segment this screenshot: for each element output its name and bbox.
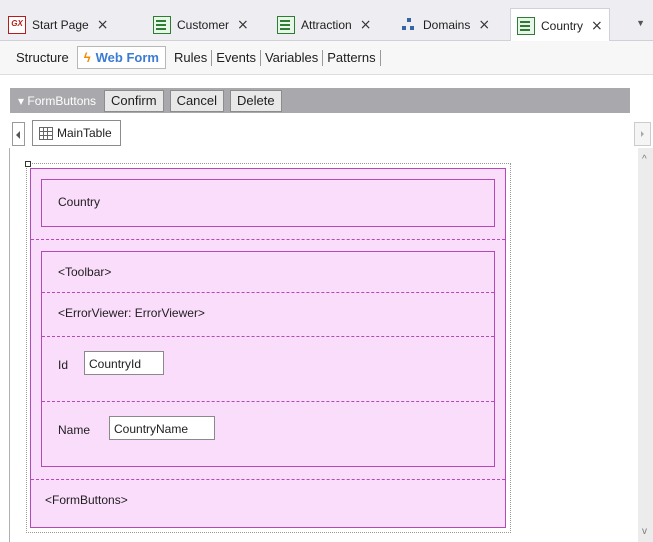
country-name-field[interactable]: CountryName (109, 416, 215, 440)
tab-variables[interactable]: Variables (261, 50, 322, 65)
cancel-button[interactable]: Cancel (169, 89, 225, 112)
form-buttons-bar: ▾ FormButtons Confirm Cancel Delete (10, 88, 630, 113)
error-viewer-placeholder[interactable]: <ErrorViewer: ErrorViewer> (58, 306, 205, 320)
tab-structure[interactable]: Structure (12, 50, 73, 65)
form-buttons-bar-label[interactable]: ▾ FormButtons (18, 94, 96, 108)
tab-events[interactable]: Events (212, 50, 260, 65)
form-buttons-placeholder[interactable]: <FormButtons> (45, 493, 128, 507)
country-title-text: Country (58, 195, 101, 209)
tab-list-dropdown-icon[interactable]: ▼ (636, 18, 645, 28)
tab-label: Country (541, 18, 584, 33)
close-icon[interactable]: × (360, 17, 372, 33)
scroll-up-icon[interactable]: ^ (642, 154, 647, 165)
tab-rules[interactable]: Rules (170, 50, 211, 65)
scroll-right-button[interactable] (634, 122, 651, 146)
close-icon[interactable]: × (237, 17, 249, 33)
tab-label: Attraction (301, 17, 352, 32)
canvas-left-border (9, 148, 10, 542)
row-divider (31, 239, 505, 240)
tab-customer[interactable]: Customer × (153, 9, 249, 40)
document-tab-bar: GX Start Page × Customer × Attraction × … (0, 0, 653, 42)
name-label: Name (58, 423, 91, 437)
id-label: Id (58, 358, 69, 372)
tab-attraction[interactable]: Attraction × (277, 9, 371, 40)
tab-web-form[interactable]: ϟ Web Form (76, 46, 166, 69)
table-grid-icon (39, 126, 53, 140)
resize-handle[interactable] (25, 161, 31, 167)
vertical-scrollbar[interactable]: ^ v (638, 148, 653, 542)
toolbar-placeholder[interactable]: <Toolbar> (58, 265, 111, 279)
delete-button[interactable]: Delete (230, 89, 282, 112)
scroll-down-icon[interactable]: v (642, 526, 647, 537)
chevron-right-icon (641, 131, 644, 137)
scroll-left-button[interactable] (12, 122, 25, 146)
tab-start-page[interactable]: GX Start Page × (8, 9, 108, 40)
tab-label: Customer (177, 17, 230, 32)
chevron-left-icon (16, 131, 20, 139)
inner-table[interactable]: <Toolbar> <ErrorViewer: ErrorViewer> Id … (41, 251, 495, 467)
tab-label: Domains (423, 17, 471, 32)
close-icon[interactable]: × (591, 18, 603, 34)
transaction-icon (517, 16, 535, 35)
row-divider (42, 292, 494, 293)
tab-patterns[interactable]: Patterns (323, 50, 379, 65)
transaction-icon (153, 15, 171, 34)
object-part-tabs: Structure ϟ Web Form Rules Events Variab… (0, 41, 653, 75)
row-divider (42, 401, 494, 402)
tab-country[interactable]: Country × (510, 8, 610, 42)
tab-domains[interactable]: Domains × (401, 9, 490, 40)
tab-web-form-label: Web Form (95, 50, 159, 65)
genexus-icon: GX (8, 15, 26, 34)
transaction-icon (277, 15, 295, 34)
tab-label: Start Page (32, 17, 89, 32)
domains-icon (401, 17, 417, 33)
main-table-label: MainTable (57, 126, 112, 140)
close-icon[interactable]: × (478, 17, 490, 33)
main-table[interactable]: Country <Toolbar> <ErrorViewer: ErrorVie… (30, 168, 506, 528)
country-title-cell[interactable]: Country (41, 179, 495, 227)
country-id-field[interactable]: CountryId (84, 351, 164, 375)
row-divider (42, 336, 494, 337)
main-table-selector[interactable]: MainTable (32, 120, 121, 146)
lightning-icon: ϟ (83, 50, 91, 65)
row-divider (31, 479, 505, 480)
separator (379, 49, 381, 66)
confirm-button[interactable]: Confirm (104, 89, 164, 112)
close-icon[interactable]: × (97, 17, 109, 33)
